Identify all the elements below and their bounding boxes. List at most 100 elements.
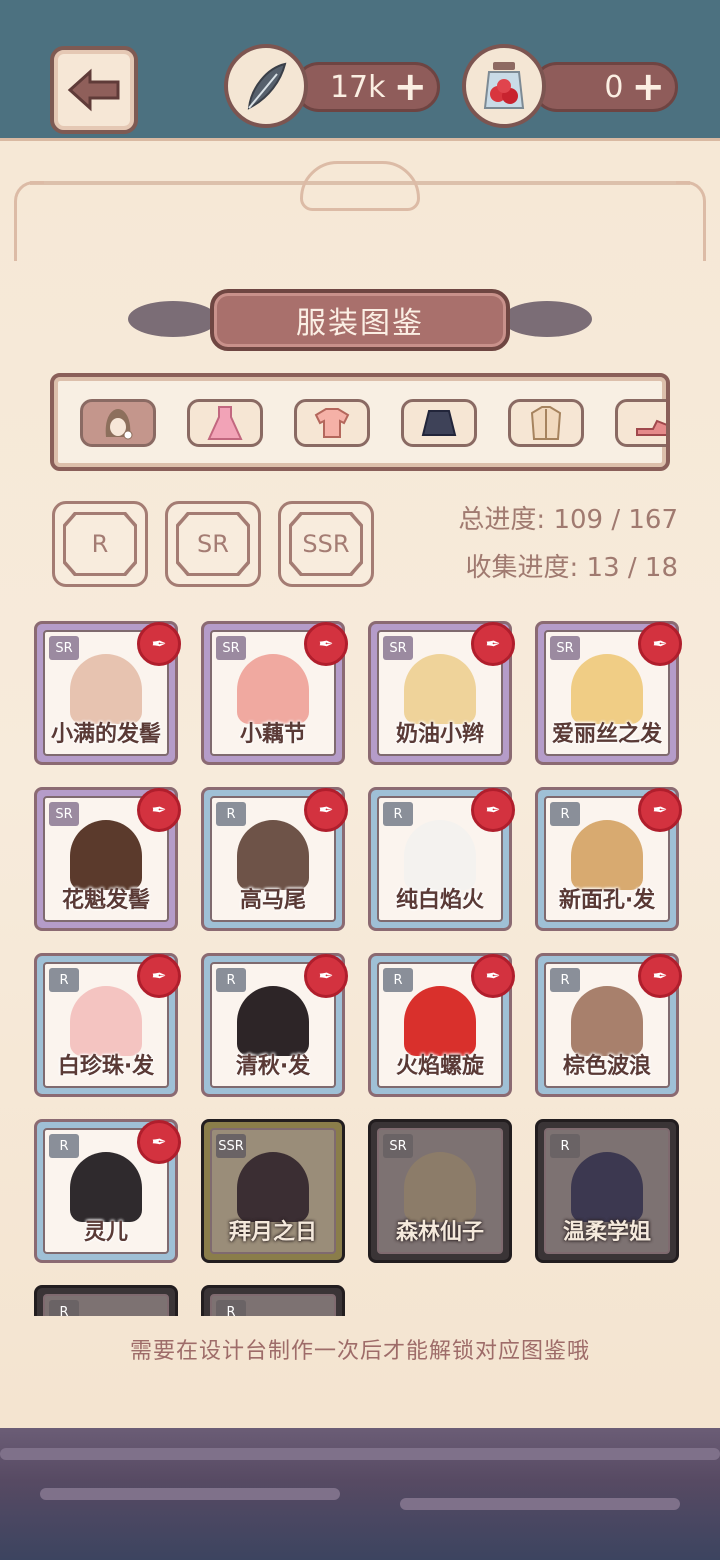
dress-icon bbox=[207, 406, 243, 440]
item-card-face: R 温柔学姐 bbox=[544, 1128, 670, 1254]
rarity-badge: R bbox=[550, 1134, 580, 1158]
rarity-badge: R bbox=[550, 802, 580, 826]
feather-currency-value: 17k bbox=[329, 69, 386, 105]
berry-jar-icon bbox=[483, 62, 525, 109]
wax-seal-icon: ✒ bbox=[137, 622, 181, 666]
tab-hair[interactable] bbox=[80, 399, 156, 447]
wax-seal-icon: ✒ bbox=[471, 788, 515, 832]
item-card-face: R ✒ 纯白焰火 bbox=[377, 788, 515, 922]
item-card[interactable]: R ✒ 白珍珠·发 bbox=[34, 953, 181, 1097]
item-card[interactable]: R ✒ 火焰螺旋 bbox=[368, 953, 515, 1097]
item-card[interactable]: SR ✒ 小满的发髻 bbox=[34, 621, 181, 765]
item-card[interactable]: R ✒ 纯白焰火 bbox=[368, 787, 515, 931]
item-card[interactable]: R ✒ 灵儿 bbox=[34, 1119, 181, 1263]
item-name: 温柔学姐 bbox=[562, 1220, 651, 1245]
hairstyle-icon bbox=[70, 1152, 142, 1222]
potion-currency-value: 0 bbox=[604, 69, 624, 105]
rarity-badge: SR bbox=[383, 636, 413, 660]
item-card[interactable]: SR ✒ 小藕节 bbox=[201, 621, 348, 765]
shoes-icon bbox=[636, 419, 666, 436]
item-card[interactable]: SSR 拜月之日 bbox=[201, 1119, 345, 1263]
wax-seal-icon: ✒ bbox=[137, 788, 181, 832]
item-name: 拜月之日 bbox=[228, 1220, 317, 1245]
item-card[interactable]: R bbox=[201, 1285, 345, 1316]
filter-ssr-button[interactable]: SSR bbox=[278, 501, 374, 587]
rarity-badge: SSR bbox=[216, 1134, 246, 1158]
hairstyle-icon bbox=[404, 986, 476, 1056]
filter-sr-label: SR bbox=[179, 515, 247, 573]
skirt-icon bbox=[421, 410, 457, 436]
hairstyle-icon bbox=[571, 986, 643, 1056]
rarity-badge: SR bbox=[550, 636, 580, 660]
item-name: 清秋·发 bbox=[235, 1054, 311, 1079]
item-card[interactable]: R bbox=[34, 1285, 178, 1316]
wax-seal-icon: ✒ bbox=[471, 622, 515, 666]
feather-add-button[interactable]: + bbox=[393, 67, 427, 107]
wax-seal-icon: ✒ bbox=[304, 954, 348, 998]
item-card[interactable]: R ✒ 新面孔·发 bbox=[535, 787, 682, 931]
hairstyle-icon bbox=[237, 820, 309, 890]
rarity-badge: R bbox=[49, 1134, 79, 1158]
item-card-face: R ✒ 清秋·发 bbox=[210, 954, 348, 1088]
branch-decoration bbox=[0, 1448, 720, 1460]
corner-ornament-right bbox=[676, 181, 706, 261]
coat-icon bbox=[530, 406, 562, 440]
item-name: 白珍珠·发 bbox=[57, 1054, 155, 1079]
item-card-face: R ✒ 棕色波浪 bbox=[544, 954, 682, 1088]
wax-seal-icon: ✒ bbox=[304, 622, 348, 666]
wax-seal-icon: ✒ bbox=[471, 954, 515, 998]
hairstyle-icon bbox=[70, 986, 142, 1056]
item-card[interactable]: R ✒ 高马尾 bbox=[201, 787, 348, 931]
item-name: 新面孔·发 bbox=[558, 888, 656, 913]
item-name: 火焰螺旋 bbox=[395, 1054, 484, 1079]
item-card[interactable]: SR ✒ 花魁发髻 bbox=[34, 787, 181, 931]
background-scene bbox=[0, 1428, 720, 1560]
rarity-badge: SR bbox=[49, 802, 79, 826]
item-card-face: R ✒ 新面孔·发 bbox=[544, 788, 682, 922]
item-name: 纯白焰火 bbox=[395, 888, 484, 913]
item-card-face: SR ✒ 奶油小辫 bbox=[377, 622, 515, 756]
potion-add-button[interactable]: + bbox=[631, 67, 665, 107]
item-card[interactable]: SR ✒ 奶油小辫 bbox=[368, 621, 515, 765]
rarity-badge: R bbox=[383, 968, 413, 992]
hairstyle-icon bbox=[571, 820, 643, 890]
rarity-badge: R bbox=[550, 968, 580, 992]
wax-seal-icon: ✒ bbox=[304, 788, 348, 832]
category-tab-bar bbox=[50, 373, 670, 471]
back-button[interactable] bbox=[50, 46, 138, 134]
hairstyle-icon bbox=[237, 986, 309, 1056]
tab-skirt[interactable] bbox=[401, 399, 477, 447]
item-card[interactable]: R 温柔学姐 bbox=[535, 1119, 679, 1263]
item-card-face: SR ✒ 小满的发髻 bbox=[43, 622, 181, 756]
rarity-badge: R bbox=[49, 968, 79, 992]
item-card[interactable]: SR 森林仙子 bbox=[368, 1119, 512, 1263]
filter-sr-button[interactable]: SR bbox=[165, 501, 261, 587]
tab-dress[interactable] bbox=[187, 399, 263, 447]
feather-icon bbox=[247, 62, 287, 110]
item-card[interactable]: SR ✒ 爱丽丝之发 bbox=[535, 621, 682, 765]
item-card-face: SR ✒ 花魁发髻 bbox=[43, 788, 181, 922]
rarity-badge: SR bbox=[383, 1134, 413, 1158]
item-card-face: R bbox=[43, 1294, 169, 1316]
item-name: 森林仙子 bbox=[395, 1220, 484, 1245]
tab-coat[interactable] bbox=[508, 399, 584, 447]
item-card[interactable]: R ✒ 清秋·发 bbox=[201, 953, 348, 1097]
item-card-face: SR ✒ 爱丽丝之发 bbox=[544, 622, 682, 756]
wax-seal-icon: ✒ bbox=[638, 954, 682, 998]
unlock-hint: 需要在设计台制作一次后才能解锁对应图鉴哦 bbox=[129, 1339, 590, 1364]
feather-currency-icon bbox=[224, 44, 308, 128]
tab-shoes[interactable] bbox=[615, 399, 666, 447]
item-name: 高马尾 bbox=[239, 888, 306, 913]
filter-r-button[interactable]: R bbox=[52, 501, 148, 587]
wax-seal-icon: ✒ bbox=[137, 1120, 181, 1164]
berry-jar-currency-icon bbox=[462, 44, 546, 128]
total-progress: 总进度: 109 / 167 bbox=[458, 505, 678, 535]
wax-seal-icon: ✒ bbox=[638, 622, 682, 666]
item-card-face: SR ✒ 小藕节 bbox=[210, 622, 348, 756]
tab-top[interactable] bbox=[294, 399, 370, 447]
rarity-badge: R bbox=[216, 968, 246, 992]
item-card[interactable]: R ✒ 棕色波浪 bbox=[535, 953, 682, 1097]
item-name: 小满的发髻 bbox=[50, 722, 161, 747]
banner-wing-right bbox=[502, 301, 592, 337]
item-name: 爱丽丝之发 bbox=[551, 722, 662, 747]
